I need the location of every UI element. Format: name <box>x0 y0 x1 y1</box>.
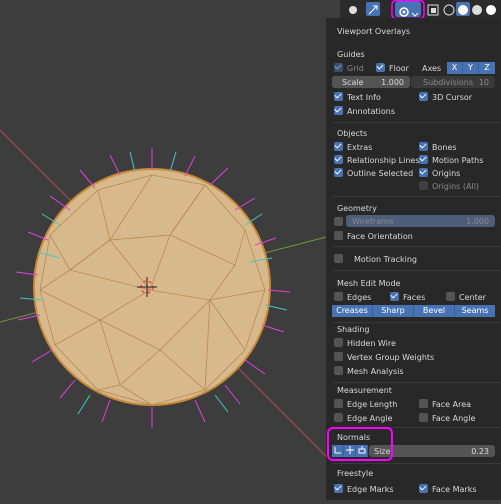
vertex-group-weights-checkbox[interactable] <box>334 352 343 361</box>
face-area-label: Face Area <box>432 400 472 409</box>
edge-length-label: Edge Length <box>347 400 398 409</box>
wireframe-field[interactable]: Wireframe 1.000 <box>346 215 495 227</box>
center-label: Center <box>459 293 486 302</box>
text-info-label: Text Info <box>347 93 381 102</box>
rendered-shading-icon[interactable] <box>484 2 498 16</box>
face-marks-checkbox[interactable] <box>419 484 428 493</box>
bones-checkbox[interactable] <box>419 142 428 151</box>
text-info-checkbox[interactable] <box>334 92 343 101</box>
scale-field[interactable]: Scale 1.000 <box>332 76 410 88</box>
floor-label: Floor <box>389 64 409 73</box>
seams-toggle[interactable]: Seams <box>455 305 495 317</box>
faces-label: Faces <box>403 293 426 302</box>
divider <box>332 270 501 271</box>
origins-all-checkbox[interactable] <box>419 181 428 190</box>
edges-label: Edges <box>347 293 372 302</box>
face-angle-label: Face Angle <box>432 414 476 423</box>
annotations-checkbox[interactable] <box>334 106 343 115</box>
subdivisions-label: Subdivisions <box>423 78 474 87</box>
creases-toggle[interactable]: Creases <box>332 305 373 317</box>
divider <box>332 246 501 247</box>
origins-all-label: Origins (All) <box>432 182 480 191</box>
face-angle-checkbox[interactable] <box>419 413 428 422</box>
scale-value: 1.000 <box>381 78 404 87</box>
panel-title: Viewport Overlays <box>337 27 411 36</box>
guides-header: Guides <box>337 50 365 59</box>
divider <box>332 382 501 383</box>
bevel-toggle[interactable]: Bevel <box>414 305 455 317</box>
relationship-lines-checkbox[interactable] <box>334 155 343 164</box>
subdivisions-field[interactable]: Subdivisions 10 <box>411 76 495 88</box>
measurement-header: Measurement <box>337 386 392 395</box>
outline-selected-checkbox[interactable] <box>334 168 343 177</box>
relationship-lines-label: Relationship Lines <box>347 156 420 165</box>
face-area-checkbox[interactable] <box>419 399 428 408</box>
wireframe-label: Wireframe <box>352 217 394 226</box>
shading-header: Shading <box>337 325 370 334</box>
wireframe-checkbox[interactable] <box>334 217 343 226</box>
origins-label: Origins <box>432 169 461 178</box>
grid-label: Grid <box>347 64 364 73</box>
face-marks-label: Face Marks <box>432 485 477 494</box>
wireframe-value: 1.000 <box>466 217 489 226</box>
bones-label: Bones <box>432 143 457 152</box>
edge-marks-label: Edge Marks <box>347 485 394 494</box>
vertex-group-weights-label: Vertex Group Weights <box>347 353 435 362</box>
edge-angle-checkbox[interactable] <box>334 413 343 422</box>
xray-icon[interactable] <box>426 2 440 16</box>
motion-paths-label: Motion Paths <box>432 156 484 165</box>
objects-header: Objects <box>337 129 368 138</box>
floor-checkbox[interactable] <box>376 63 385 72</box>
motion-paths-checkbox[interactable] <box>419 155 428 164</box>
center-checkbox[interactable] <box>446 292 455 301</box>
hidden-wire-checkbox[interactable] <box>334 338 343 347</box>
solid-shading-icon[interactable] <box>456 2 470 16</box>
overlay-highlight <box>391 0 425 20</box>
axes-label: Axes <box>422 64 442 73</box>
divider <box>332 322 501 323</box>
axis-y-toggle[interactable]: Y <box>463 62 479 74</box>
hidden-wire-label: Hidden Wire <box>347 339 396 348</box>
navigate-icon[interactable] <box>366 2 380 16</box>
view-gizmo-icon[interactable] <box>346 2 360 16</box>
mesh-analysis-label: Mesh Analysis <box>347 367 404 376</box>
grid-checkbox[interactable] <box>334 63 343 72</box>
mesh-analysis-checkbox[interactable] <box>334 366 343 375</box>
mesh-edit-mode-header: Mesh Edit Mode <box>337 279 401 288</box>
motion-tracking-checkbox[interactable] <box>334 254 343 263</box>
annotations-label: Annotations <box>347 107 396 116</box>
origins-checkbox[interactable] <box>419 168 428 177</box>
3d-cursor-checkbox[interactable] <box>419 92 428 101</box>
face-orientation-label: Face Orientation <box>347 232 413 241</box>
sharp-toggle[interactable]: Sharp <box>373 305 414 317</box>
axis-z-toggle[interactable]: Z <box>479 62 495 74</box>
3d-cursor-label: 3D Cursor <box>432 93 473 102</box>
faces-checkbox[interactable] <box>390 292 399 301</box>
outline-selected-label: Outline Selected <box>347 169 414 178</box>
face-orientation-checkbox[interactable] <box>334 231 343 240</box>
edge-length-checkbox[interactable] <box>334 399 343 408</box>
subdivisions-value: 10 <box>478 78 489 87</box>
axis-x-toggle[interactable]: X <box>447 62 463 74</box>
freestyle-header: Freestyle <box>337 469 374 478</box>
edge-angle-label: Edge Angle <box>347 414 393 423</box>
extras-label: Extras <box>347 143 373 152</box>
wireframe-shading-icon[interactable] <box>442 2 456 16</box>
divider <box>332 463 501 464</box>
edges-checkbox[interactable] <box>334 292 343 301</box>
divider <box>332 122 501 123</box>
motion-tracking-label: Motion Tracking <box>354 255 417 264</box>
geometry-header: Geometry <box>337 204 377 213</box>
scale-label: Scale <box>342 78 364 87</box>
normals-size-value: 0.23 <box>471 447 489 456</box>
divider <box>332 196 501 197</box>
edge-marks-checkbox[interactable] <box>334 484 343 493</box>
extras-checkbox[interactable] <box>334 142 343 151</box>
material-shading-icon[interactable] <box>470 2 484 16</box>
normals-highlight <box>327 427 393 461</box>
